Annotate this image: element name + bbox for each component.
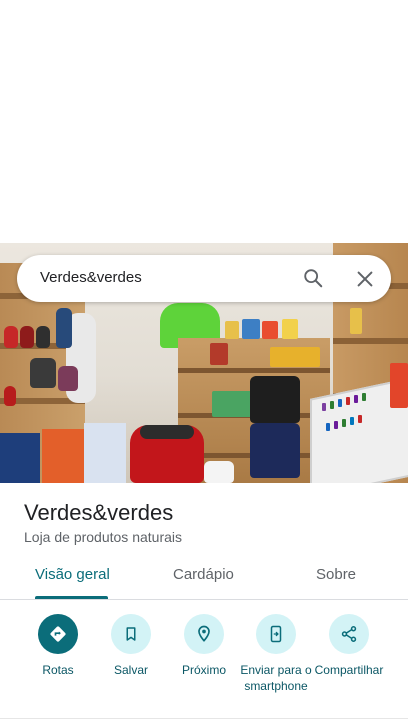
place-category: Loja de produtos naturais [24, 529, 182, 545]
directions-icon [38, 614, 78, 654]
search-input[interactable]: Verdes&verdes [40, 269, 142, 286]
bottom-divider [0, 718, 408, 719]
directions-label: Rotas [42, 663, 74, 677]
close-icon[interactable] [354, 268, 376, 290]
share-icon [329, 614, 369, 654]
share-label: Compartilhar [314, 663, 384, 677]
place-title: Verdes&verdes [24, 500, 174, 525]
send-to-phone-icon [256, 614, 296, 654]
save-label: Salvar [113, 663, 148, 677]
nearby-icon [184, 614, 224, 654]
tab-menu[interactable]: Cardápio [173, 566, 234, 583]
tab-overview[interactable]: Visão geral [35, 566, 110, 583]
tab-about[interactable]: Sobre [316, 566, 356, 583]
send-to-phone-label: Enviar para o smartphone [240, 663, 312, 693]
nearby-label: Próximo [181, 663, 226, 677]
map-area-blank [0, 0, 408, 243]
tabs-divider [0, 599, 408, 600]
search-bar[interactable]: Verdes&verdes [17, 255, 391, 302]
search-icon[interactable] [302, 267, 324, 289]
bookmark-icon [111, 614, 151, 654]
